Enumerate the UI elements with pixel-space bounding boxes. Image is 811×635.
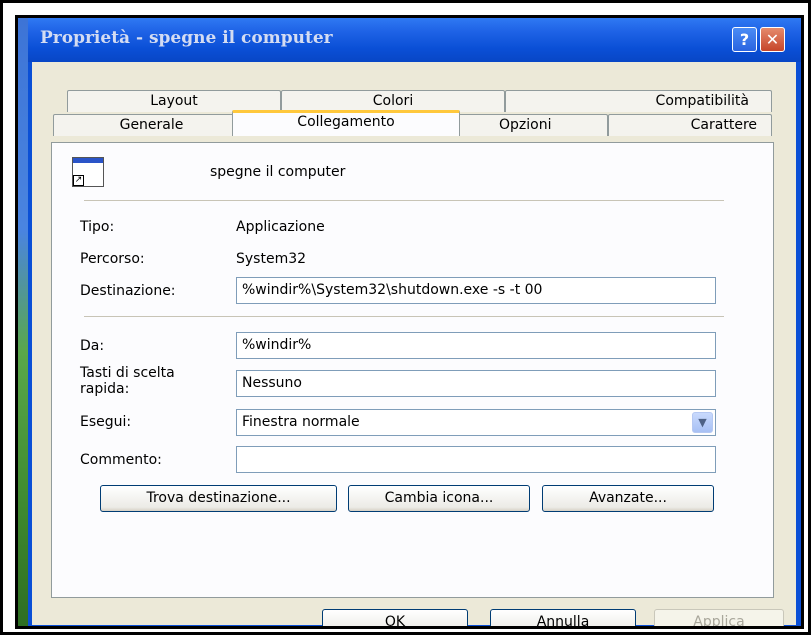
shortcut-name: spegne il computer [210,164,346,180]
window-title: Proprietà - spegne il computer [40,28,333,48]
percorso-label: Percorso: [80,251,145,267]
help-icon: ? [739,30,750,49]
close-icon: ✕ [765,30,780,49]
commento-input[interactable] [236,446,716,473]
da-input[interactable]: %windir% [236,332,716,359]
ok-button[interactable]: OK [322,609,468,626]
tab-label: Carattere [690,117,757,133]
tab-opzioni[interactable]: Opzioni [458,114,608,136]
tasti-input[interactable]: Nessuno [236,370,716,397]
tab-generale[interactable]: Generale [53,114,250,136]
tasti-label-line1: Tasti di scelta [80,365,175,381]
tab-label: Compatibilità [655,93,749,109]
tab-label: Generale [119,117,184,133]
window-bar [73,158,103,163]
application-icon: ↗ [72,157,104,187]
da-label: Da: [80,338,105,354]
tab-compatibilita[interactable]: Compatibilità [505,90,772,112]
percorso-value: System32 [236,251,307,267]
close-button[interactable]: ✕ [760,27,785,52]
separator [84,200,724,201]
tipo-label: Tipo: [80,219,115,235]
cambia-icona-button[interactable]: Cambia icona... [348,485,530,512]
annulla-button[interactable]: Annulla [490,609,636,626]
tab-label: Colori [372,93,414,109]
commento-label: Commento: [80,452,162,468]
tasti-label-line2: rapida: [80,381,130,397]
help-button[interactable]: ? [732,27,757,52]
tab-label: Collegamento [297,114,395,130]
esegui-value: Finestra normale [242,414,360,430]
title-bar[interactable]: Proprietà - spegne il computer ? ✕ [28,18,801,62]
separator [84,316,724,317]
destinazione-input[interactable]: %windir%\System32\shutdown.exe -s -t 00 [236,277,716,304]
esegui-select[interactable]: Finestra normale ▼ [236,409,716,436]
applica-button: Applica [654,609,784,626]
avanzate-button[interactable]: Avanzate... [542,485,714,512]
esegui-label: Esegui: [80,414,132,430]
properties-dialog: Proprietà - spegne il computer ? ✕ Layou… [28,18,801,626]
tab-collegamento[interactable]: Collegamento [232,110,460,136]
tab-carattere[interactable]: Carattere [608,114,772,136]
tab-layout[interactable]: Layout [67,90,281,112]
screenshot-frame: Proprietà - spegne il computer ? ✕ Layou… [15,15,804,629]
tab-label: Layout [150,93,198,109]
tab-label: Opzioni [499,117,552,133]
trova-destinazione-button[interactable]: Trova destinazione... [100,485,337,512]
tab-colori[interactable]: Colori [281,90,505,112]
destinazione-label: Destinazione: [80,283,176,299]
shortcut-arrow-icon: ↗ [73,175,84,186]
chevron-down-icon[interactable]: ▼ [692,412,713,433]
tipo-value: Applicazione [236,219,325,235]
dialog-client-area: Layout Colori Compatibilità Generale Col… [32,62,796,626]
